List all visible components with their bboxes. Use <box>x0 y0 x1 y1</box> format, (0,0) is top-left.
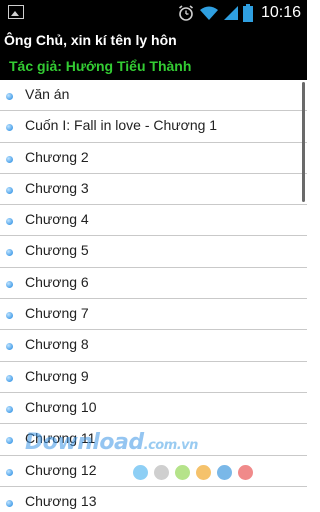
chapter-list-item[interactable]: Chương 2 <box>0 143 307 174</box>
chapter-list-item[interactable]: Chương 4 <box>0 205 307 237</box>
watermark-dots <box>133 465 253 480</box>
chapter-list-item[interactable]: Chương 5 <box>0 236 307 268</box>
watermark-dot <box>133 465 148 480</box>
chapter-label: Chương 6 <box>25 273 89 290</box>
alarm-icon <box>178 4 193 21</box>
chapter-list-item[interactable]: Văn án <box>0 80 307 112</box>
watermark-dot <box>154 465 169 480</box>
status-time: 10:16 <box>260 3 301 21</box>
bullet-icon <box>6 218 13 226</box>
chapter-label: Chương 13 <box>25 492 97 509</box>
bullet-icon <box>6 468 13 476</box>
chapter-list-item[interactable]: Chương 7 <box>0 299 307 331</box>
chapter-label: Văn án <box>25 86 70 102</box>
bullet-icon <box>6 437 13 445</box>
battery-icon <box>242 3 253 22</box>
bullet-icon <box>6 374 13 382</box>
chapter-list-item[interactable]: Cuốn I: Fall in love - Chương 1 <box>0 111 307 143</box>
chapter-label: Chương 10 <box>25 398 97 415</box>
bullet-icon <box>6 93 13 100</box>
chapter-label: Chương 2 <box>25 148 89 165</box>
chapter-label: Chương 11 <box>25 430 96 447</box>
bullet-icon <box>6 155 13 163</box>
watermark-dot <box>238 465 253 480</box>
chapter-list: Văn án Cuốn I: Fall in love - Chương 1 Chư… <box>0 80 307 512</box>
status-icons: 10:16 <box>177 2 301 23</box>
chapter-label: Chương 8 <box>25 336 89 353</box>
bullet-icon <box>6 312 13 320</box>
author-line: Tác giả: Hướng Tiểu Thành <box>9 58 192 74</box>
signal-icon <box>223 5 238 20</box>
bullet-icon <box>6 499 13 507</box>
chapter-list-item[interactable]: Chương 10 <box>0 393 307 425</box>
chapter-label: Chương 3 <box>25 179 89 196</box>
bullet-icon <box>6 124 13 132</box>
app-header: Ông Chủ, xin kí tên ly hôn Tác giả: Hướn… <box>0 25 307 80</box>
chapter-label: Chương 9 <box>25 367 89 384</box>
watermark-dot <box>217 465 232 480</box>
chapter-list-item[interactable]: Chương 8 <box>0 330 307 362</box>
list-scrollbar[interactable] <box>302 82 305 202</box>
bullet-icon <box>6 186 13 194</box>
chapter-label: Chương 5 <box>25 242 89 259</box>
bullet-icon <box>6 280 13 288</box>
bullet-icon <box>6 405 13 413</box>
wifi-icon <box>199 6 218 20</box>
chapter-label: Chương 7 <box>25 305 89 322</box>
status-bar: 10:16 <box>0 0 307 25</box>
bullet-icon <box>6 343 13 351</box>
watermark-dot <box>175 465 190 480</box>
chapter-list-item[interactable]: Chương 9 <box>0 362 307 393</box>
gallery-notification-icon <box>8 5 24 19</box>
chapter-list-item[interactable]: Chương 13 <box>0 487 307 512</box>
chapter-label: Chương 4 <box>25 211 89 228</box>
chapter-list-item[interactable]: Chương 6 <box>0 268 307 300</box>
chapter-list-item[interactable]: Chương 3 <box>0 174 307 206</box>
chapter-list-item[interactable]: Chương 11 <box>0 424 307 456</box>
chapter-label: Cuốn I: Fall in love - Chương 1 <box>25 117 218 134</box>
chapter-label: Chương 12 <box>25 461 97 478</box>
bullet-icon <box>6 249 13 257</box>
book-title: Ông Chủ, xin kí tên ly hôn <box>4 32 177 48</box>
watermark-dot <box>196 465 211 480</box>
